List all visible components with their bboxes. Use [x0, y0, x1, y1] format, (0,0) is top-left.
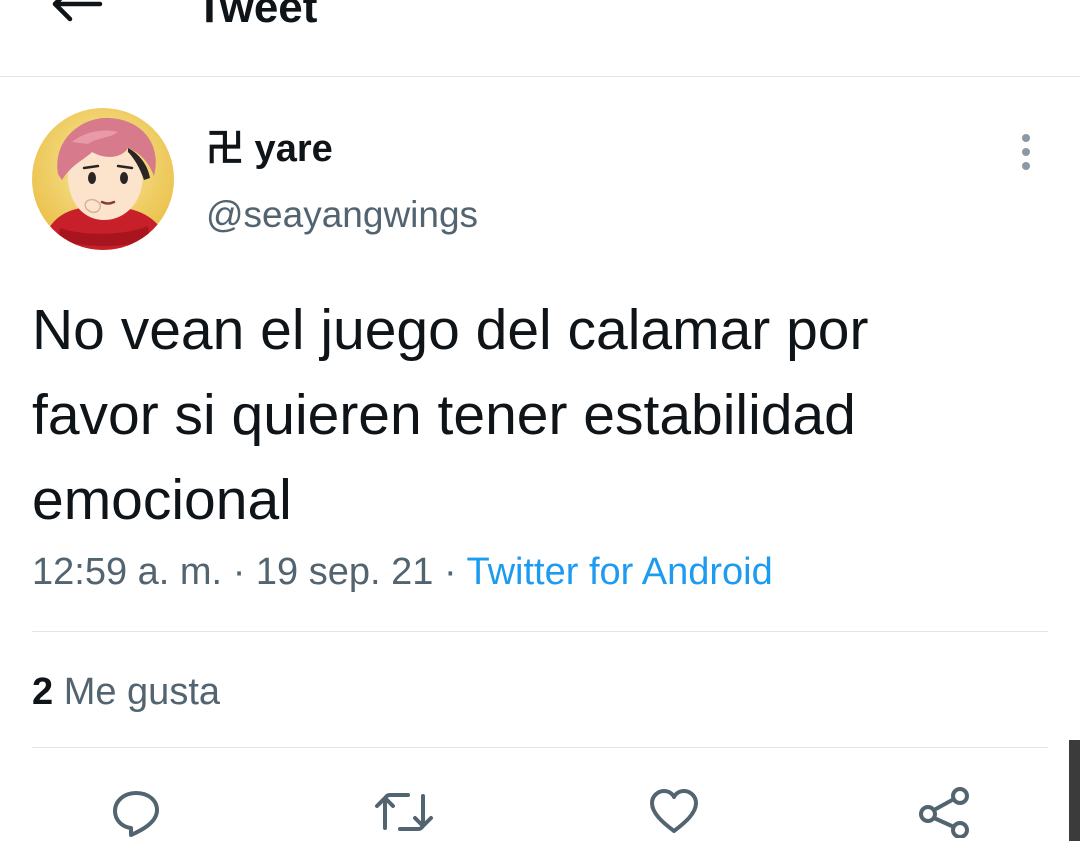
display-name[interactable]: 卍 yare: [206, 128, 333, 170]
retweet-button[interactable]: [374, 782, 434, 842]
more-options-button[interactable]: [1004, 130, 1048, 174]
tweet-text-line: No vean el juego del calamar por: [32, 298, 869, 362]
page-title: Tweet: [196, 0, 318, 32]
heart-icon: [650, 789, 698, 833]
divider: [32, 747, 1048, 748]
arrow-left-icon: [52, 0, 103, 22]
back-button[interactable]: [44, 0, 108, 30]
likes-stat[interactable]: 2 Me gusta: [32, 666, 220, 718]
likes-count: 2: [32, 671, 54, 713]
likes-label: Me gusta: [63, 671, 221, 713]
user-handle[interactable]: @seayangwings: [206, 194, 478, 236]
like-button[interactable]: [644, 782, 704, 842]
tweet-text-line: emocional: [32, 468, 292, 532]
reply-icon: [113, 791, 159, 837]
tweet-time: 12:59 a. m.: [32, 551, 223, 593]
retweet-icon: [375, 793, 433, 831]
meta-separator: ·: [443, 551, 457, 593]
share-icon: [919, 787, 969, 838]
reply-button[interactable]: [106, 782, 166, 842]
meta-separator: ·: [232, 551, 246, 593]
avatar[interactable]: [32, 108, 174, 250]
tweet-meta: 12:59 a. m. · 19 sep. 21 · Twitter for A…: [32, 546, 773, 598]
tweet-text-line: favor si quieren tener estabilidad: [32, 383, 856, 447]
anime-avatar-icon: [32, 108, 174, 250]
tweet-source-link[interactable]: Twitter for Android: [466, 551, 772, 593]
share-button[interactable]: [914, 782, 974, 842]
top-bar: Tweet: [0, 0, 1080, 77]
tweet-date: 19 sep. 21: [255, 551, 434, 593]
more-vertical-icon: [1022, 134, 1030, 170]
scrollbar[interactable]: [1069, 740, 1080, 841]
divider: [32, 631, 1048, 632]
tweet-text: No vean el juego del calamar por favor s…: [32, 288, 1042, 543]
